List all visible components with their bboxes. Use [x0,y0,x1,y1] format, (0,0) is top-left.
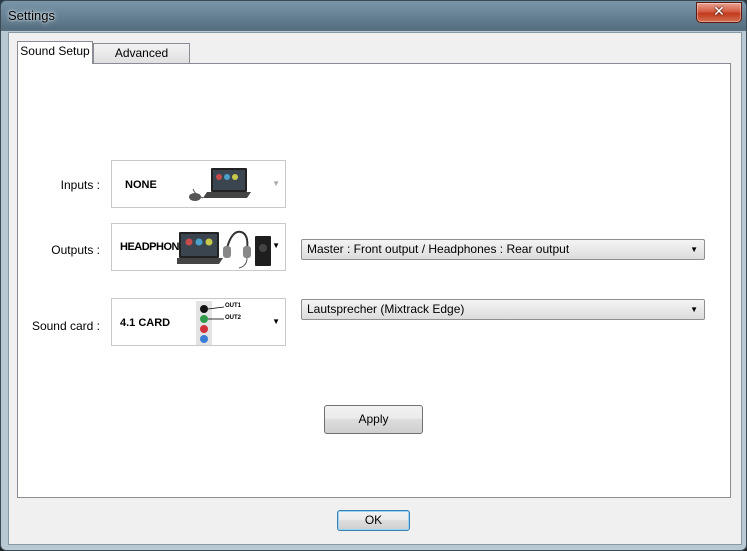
laptop-mouse-icon [189,168,251,201]
inputs-dropdown-arrow[interactable]: ▼ [272,179,280,188]
ok-button[interactable]: OK [337,510,410,531]
chevron-down-icon: ▼ [690,245,698,254]
laptop-headphones-speaker-icon [177,230,271,269]
chevron-down-icon: ▼ [690,305,698,314]
tab-advanced-options[interactable]: Advanced Options [93,43,190,79]
output-routing-dropdown[interactable]: Master : Front output / Headphones : Rea… [301,239,705,260]
jack-label-out1: OUT1 [225,303,242,309]
outputs-label: Outputs : [51,243,100,257]
close-button[interactable]: ✕ [696,2,742,23]
jack-label-out2: OUT2 [225,315,242,321]
dialog-client: Sound Setup Advanced Options Inputs : NO… [8,32,742,545]
sound-card-selector[interactable]: 4.1 CARD OUT1 OUT2 ▼ [111,298,286,346]
window-title: Settings [8,8,55,23]
close-icon: ✕ [713,4,725,20]
inputs-selector[interactable]: NONE ▼ [111,160,286,208]
inputs-value: NONE [125,179,157,191]
device-dropdown[interactable]: Lautsprecher (Mixtrack Edge) ▼ [301,299,705,320]
device-value: Lautsprecher (Mixtrack Edge) [307,302,465,316]
settings-window: Settings ✕ Sound Setup Advanced Options … [0,0,747,551]
audio-jacks-icon [196,301,224,345]
output-routing-value: Master : Front output / Headphones : Rea… [307,242,570,256]
sound-card-label: Sound card : [31,319,100,333]
title-bar[interactable]: Settings ✕ [1,1,746,31]
sound-card-dropdown-arrow[interactable]: ▼ [272,317,280,326]
inputs-label: Inputs : [60,178,100,192]
sound-setup-panel: Inputs : NONE ▼ Outputs : HEADPHONES ▼ M… [17,63,731,498]
outputs-dropdown-arrow[interactable]: ▼ [272,241,280,250]
tab-sound-setup[interactable]: Sound Setup [17,41,93,64]
sound-card-value: 4.1 CARD [120,317,171,329]
outputs-selector[interactable]: HEADPHONES ▼ [111,223,286,271]
apply-button[interactable]: Apply [324,405,423,434]
